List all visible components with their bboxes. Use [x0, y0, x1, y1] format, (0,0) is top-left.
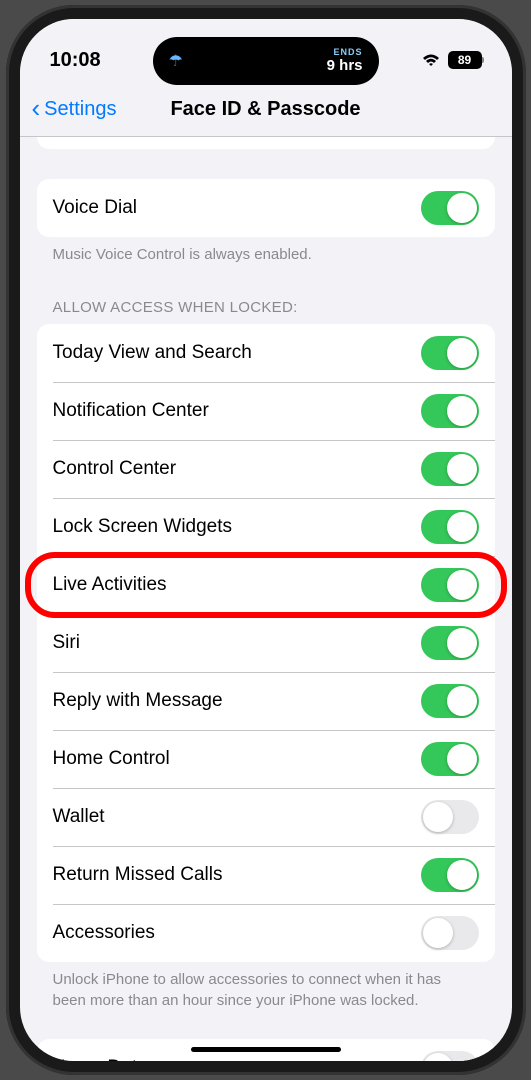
home-indicator[interactable] — [191, 1047, 341, 1052]
return-missed-calls-toggle[interactable] — [421, 858, 479, 892]
today-view-and-search-label: Today View and Search — [53, 342, 252, 364]
wallet-label: Wallet — [53, 806, 105, 828]
return-missed-calls-label: Return Missed Calls — [53, 864, 223, 886]
notification-center-toggle[interactable] — [421, 394, 479, 428]
voice-dial-label: Voice Dial — [53, 197, 138, 219]
home-control-toggle[interactable] — [421, 742, 479, 776]
wallet-row[interactable]: Wallet — [37, 788, 495, 846]
phone-frame: ☂ ENDS 9 hrs 10:08 89 ‹ Settings Face ID… — [6, 5, 526, 1075]
erase-data-toggle[interactable] — [421, 1051, 479, 1061]
battery-icon: 89 — [448, 51, 482, 69]
today-view-and-search-toggle[interactable] — [421, 336, 479, 370]
umbrella-icon: ☂ — [169, 51, 183, 71]
accessories-row[interactable]: Accessories — [37, 904, 495, 962]
live-activities-toggle[interactable] — [421, 568, 479, 602]
live-activities-row[interactable]: Live Activities — [37, 556, 495, 614]
access-group: Today View and Search Notification Center… — [37, 324, 495, 962]
accessories-label: Accessories — [53, 922, 155, 944]
control-center-row[interactable]: Control Center — [37, 440, 495, 498]
reply-with-message-row[interactable]: Reply with Message — [37, 672, 495, 730]
lock-screen-widgets-row[interactable]: Lock Screen Widgets — [37, 498, 495, 556]
return-missed-calls-row[interactable]: Return Missed Calls — [37, 846, 495, 904]
page-title: Face ID & Passcode — [170, 98, 360, 121]
voice-dial-row[interactable]: Voice Dial — [37, 179, 495, 237]
previous-group-partial — [37, 137, 495, 149]
island-timer: ENDS 9 hrs — [327, 48, 363, 74]
lock-screen-widgets-toggle[interactable] — [421, 510, 479, 544]
today-view-and-search-row[interactable]: Today View and Search — [37, 324, 495, 382]
access-header: ALLOW ACCESS WHEN LOCKED: — [37, 291, 495, 324]
siri-label: Siri — [53, 632, 80, 654]
siri-row[interactable]: Siri — [37, 614, 495, 672]
content-scroll[interactable]: Voice Dial Music Voice Control is always… — [20, 137, 512, 1061]
control-center-label: Control Center — [53, 458, 177, 480]
control-center-toggle[interactable] — [421, 452, 479, 486]
voice-dial-toggle[interactable] — [421, 191, 479, 225]
back-button[interactable]: ‹ Settings — [32, 96, 117, 124]
voice-dial-footer: Music Voice Control is always enabled. — [37, 237, 495, 273]
reply-with-message-label: Reply with Message — [53, 690, 223, 712]
dynamic-island[interactable]: ☂ ENDS 9 hrs — [153, 37, 379, 85]
home-control-label: Home Control — [53, 748, 170, 770]
reply-with-message-toggle[interactable] — [421, 684, 479, 718]
siri-toggle[interactable] — [421, 626, 479, 660]
nav-bar: ‹ Settings Face ID & Passcode — [20, 83, 512, 137]
wallet-toggle[interactable] — [421, 800, 479, 834]
home-control-row[interactable]: Home Control — [37, 730, 495, 788]
screen: ☂ ENDS 9 hrs 10:08 89 ‹ Settings Face ID… — [20, 19, 512, 1061]
status-time: 10:08 — [50, 49, 101, 72]
notification-center-label: Notification Center — [53, 400, 209, 422]
wifi-icon — [421, 53, 441, 68]
access-footer: Unlock iPhone to allow accessories to co… — [37, 962, 495, 1019]
live-activities-label: Live Activities — [53, 574, 167, 596]
accessories-toggle[interactable] — [421, 916, 479, 950]
voice-dial-group: Voice Dial — [37, 179, 495, 237]
lock-screen-widgets-label: Lock Screen Widgets — [53, 516, 233, 538]
chevron-left-icon: ‹ — [32, 93, 41, 124]
erase-label: Erase Data — [53, 1057, 148, 1061]
back-label: Settings — [44, 98, 116, 121]
notification-center-row[interactable]: Notification Center — [37, 382, 495, 440]
